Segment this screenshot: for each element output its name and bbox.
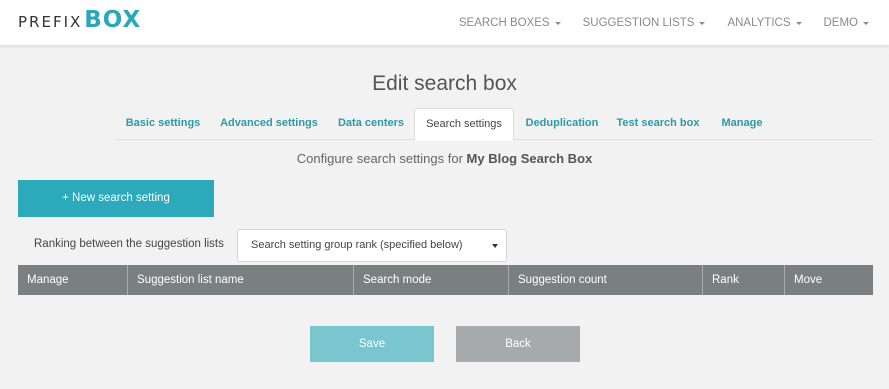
nav-analytics-label: ANALYTICS <box>727 17 791 29</box>
configure-prefix-text: Configure search settings for <box>296 151 467 166</box>
tab-manage[interactable]: Manage <box>706 108 778 140</box>
search-settings-table-header: Manage Suggestion list name Search mode … <box>18 265 873 295</box>
main-nav-menu: SEARCH BOXES SUGGESTION LISTS ANALYTICS … <box>437 0 869 46</box>
caret-down-icon <box>795 22 802 25</box>
back-button[interactable]: Back <box>456 326 580 362</box>
prefixbox-logo[interactable]: PREFIX BOX <box>18 7 142 36</box>
column-header-move: Move <box>794 274 823 286</box>
chevron-down-icon <box>492 244 498 248</box>
new-search-setting-button[interactable]: + New search setting <box>18 180 214 217</box>
settings-tabs: Basic settings Advanced settings Data ce… <box>116 108 873 141</box>
column-header-manage: Manage <box>18 265 128 295</box>
caret-down-icon <box>554 22 561 25</box>
column-header-suggestion-list-name: Suggestion list name <box>128 265 354 295</box>
page-title: Edit search box <box>372 72 517 95</box>
nav-demo-label: DEMO <box>823 17 859 29</box>
nav-search-boxes-label: SEARCH BOXES <box>458 17 550 29</box>
configure-subtitle: Configure search settings for My Blog Se… <box>0 151 889 166</box>
nav-suggestion-lists-label: SUGGESTION LISTS <box>582 17 695 29</box>
search-box-name: My Blog Search Box <box>466 151 593 166</box>
ranking-label: Ranking between the suggestion lists <box>34 238 224 250</box>
caret-down-icon <box>699 22 706 25</box>
tab-search-settings[interactable]: Search settings <box>414 108 514 141</box>
column-header-search-mode: Search mode <box>354 265 509 295</box>
tab-data-centers[interactable]: Data centers <box>328 108 414 140</box>
save-button[interactable]: Save <box>310 326 434 362</box>
tab-advanced-settings[interactable]: Advanced settings <box>210 108 328 140</box>
tab-basic-settings[interactable]: Basic settings <box>116 108 210 140</box>
top-navbar: PREFIX BOX SEARCH BOXES SUGGESTION LISTS… <box>0 0 889 46</box>
nav-suggestion-lists[interactable]: SUGGESTION LISTS <box>583 17 706 29</box>
column-header-rank: Rank <box>703 265 785 295</box>
nav-demo[interactable]: DEMO <box>823 17 869 29</box>
logo-prefix-text: PREFIX <box>18 13 83 31</box>
column-header-suggestion-count: Suggestion count <box>509 265 703 295</box>
logo-box-text: BOX <box>84 7 142 33</box>
ranking-select-value: Search setting group rank (specified bel… <box>251 239 463 251</box>
tab-deduplication[interactable]: Deduplication <box>514 108 610 140</box>
nav-analytics[interactable]: ANALYTICS <box>727 17 802 29</box>
caret-down-icon <box>863 22 869 25</box>
ranking-select[interactable]: Search setting group rank (specified bel… <box>237 229 507 262</box>
tab-test-search-box[interactable]: Test search box <box>610 108 706 140</box>
nav-search-boxes[interactable]: SEARCH BOXES <box>459 17 561 29</box>
